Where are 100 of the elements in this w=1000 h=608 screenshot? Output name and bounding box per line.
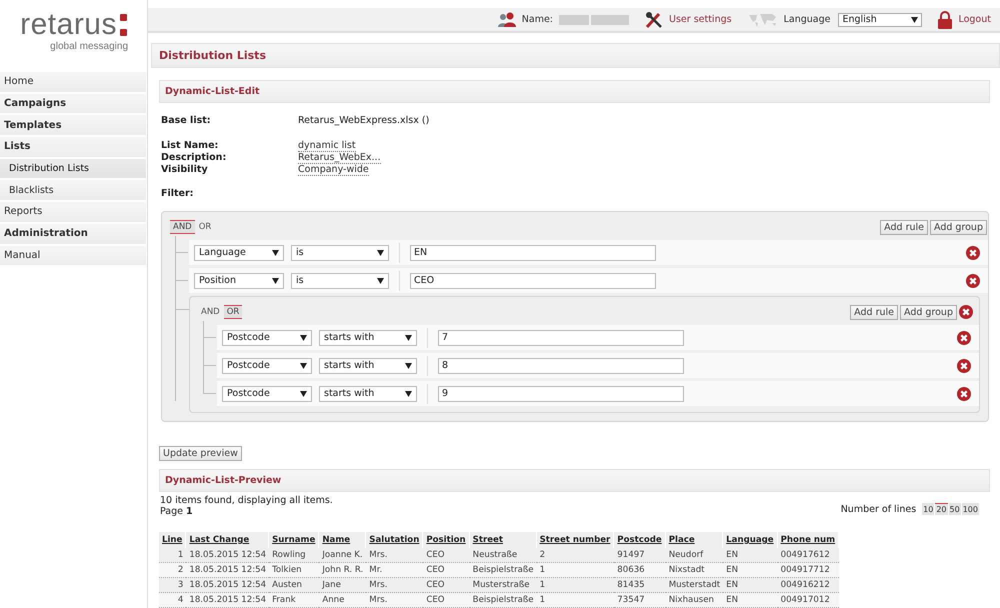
table-cell: EN [726,580,738,590]
language-label: Language [784,14,830,25]
table-cell: 81435 [617,580,645,590]
table-cell: EN [726,595,738,605]
operator-dropdown[interactable]: is [291,272,389,288]
field-label: List Name: [161,140,220,151]
field-label: Base list: [161,115,212,126]
connector-toggle[interactable]: OR [224,305,242,319]
value-field[interactable]: CEO [410,272,656,288]
table-cell: Mr. [369,565,382,575]
field-label: Visibility [161,164,209,175]
lines-label: Number of lines [840,504,916,514]
action-button[interactable]: Add rule [880,220,928,234]
field-dropdown[interactable]: Postcode [222,330,312,346]
page-size-option[interactable]: 20 [935,503,948,515]
page-size-option[interactable]: 50 [948,503,961,515]
action-button[interactable]: Add group [930,220,987,234]
table-cell: CEO [426,595,445,605]
field-dropdown[interactable]: Postcode [222,358,312,374]
table-cell: Tolkien [272,565,302,575]
table-cell: 004916212 [780,580,830,590]
table-cell: Musterstadt [668,580,720,590]
table-cell: Jane [322,580,341,590]
action-button[interactable]: Add group [900,304,957,320]
logout-link[interactable]: Logout [958,14,991,25]
operator-dropdown[interactable]: is [291,244,389,260]
page-indicator: Page 1 [160,506,194,517]
logo-wordmark: retarus [20,10,117,40]
operator-dropdown[interactable]: starts with [319,386,417,402]
table-cell: 3 [178,580,184,590]
delete-icon[interactable] [957,358,971,372]
caret-icon [911,16,918,22]
table-cell: 73547 [617,595,645,605]
operator-dropdown[interactable]: starts with [319,330,417,346]
operator-dropdown[interactable]: starts with [319,358,417,374]
sidebar-item[interactable]: Distribution Lists [0,158,146,180]
value-field[interactable]: 9 [438,386,684,402]
table-cell: Nixhausen [668,595,714,605]
table-cell: Austen [272,580,302,590]
table-cell: 91497 [617,550,645,560]
value-field[interactable]: 7 [438,330,684,346]
caret-icon [377,250,384,256]
value-field[interactable]: 8 [438,358,684,374]
table-cell: Neudorf [668,550,704,560]
logo-tagline: global messaging [50,41,128,52]
table-cell: 1 [540,595,546,605]
user-settings-link[interactable]: User settings [669,14,732,25]
lock-icon [938,10,952,28]
sidebar-item[interactable]: Lists [0,137,146,158]
field-dropdown[interactable]: Position [194,272,284,288]
value-field[interactable]: EN [410,244,656,260]
editable-value[interactable]: dynamic list [298,140,356,152]
table-cell: Mrs. [369,595,388,605]
table-cell: 004917612 [780,550,830,560]
caret-icon [272,278,279,284]
sidebar-item[interactable]: Manual [0,246,146,266]
table-cell: Anne [322,595,344,605]
field-dropdown[interactable]: Language [194,244,284,260]
page-size-option[interactable]: 100 [962,503,979,515]
table-cell: 18.05.2015 12:54 [189,595,266,605]
caret-icon [405,334,412,340]
delete-icon[interactable] [957,386,971,400]
sidebar-item[interactable]: Administration [0,224,146,244]
table-cell: 2 [178,565,184,575]
users-icon [498,12,516,28]
table-cell: CEO [426,580,445,590]
table-cell: Beispielstraße [472,595,534,605]
delete-icon[interactable] [966,274,980,288]
table-cell: 18.05.2015 12:54 [189,565,266,575]
update-preview-button[interactable]: Update preview [159,446,242,461]
caret-icon [405,390,412,396]
connector-toggle[interactable]: OR [196,220,214,234]
redacted-name [559,14,630,24]
table-cell: Mrs. [369,550,388,560]
table-cell: CEO [426,550,445,560]
caret-icon [405,362,412,368]
language-dropdown[interactable]: English [838,12,922,26]
sidebar-item[interactable]: Home [0,72,146,93]
editable-value[interactable]: Retarus_WebEx... [298,152,381,164]
connector-toggle[interactable]: AND [198,305,223,319]
delete-icon[interactable] [959,305,973,319]
page-size-option[interactable]: 10 [922,503,934,515]
sidebar-item[interactable]: Campaigns [0,94,146,114]
table-cell: Mrs. [369,580,388,590]
delete-icon[interactable] [957,330,971,344]
field-dropdown[interactable]: Postcode [222,386,312,402]
panel-title: Dynamic-List-Preview [159,469,990,492]
sidebar-item[interactable]: Templates [0,115,146,136]
table-cell: Rowling [272,550,306,560]
action-button[interactable]: Add rule [850,304,898,320]
connector-toggle[interactable]: AND [170,220,195,234]
result-summary: 10 items found, displaying all items. [160,495,333,506]
table-cell: Neustraße [472,550,518,560]
sidebar-item[interactable]: Blacklists [0,180,146,202]
sidebar-item[interactable]: Reports [0,202,146,223]
table-cell: 80636 [617,565,645,575]
table-cell: CEO [426,565,445,575]
editable-value[interactable]: Company-wide [298,164,369,176]
caret-icon [272,250,279,256]
delete-icon[interactable] [966,246,980,260]
